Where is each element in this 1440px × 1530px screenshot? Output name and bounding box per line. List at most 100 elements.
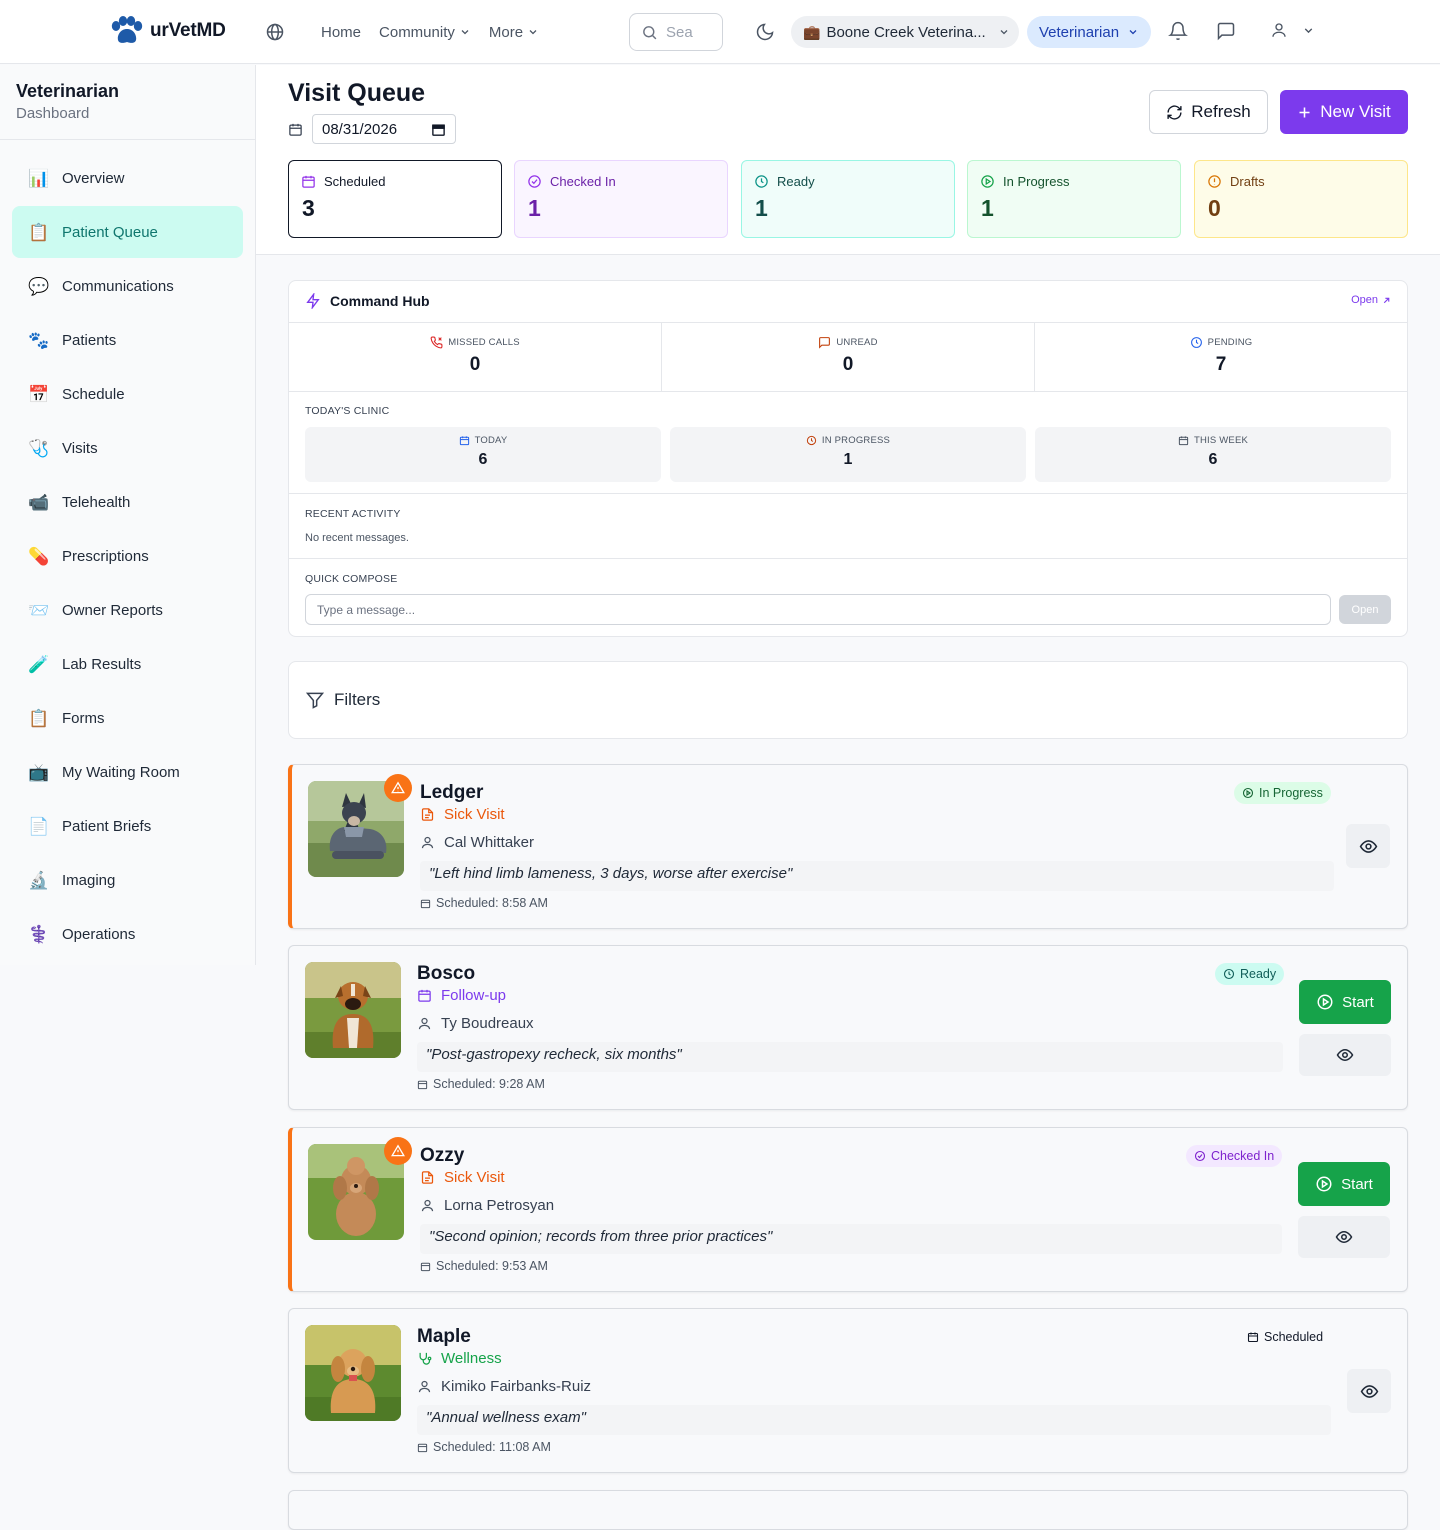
pill-icon: 💊 xyxy=(28,546,50,566)
new-visit-button[interactable]: New Visit xyxy=(1280,90,1408,134)
search-box[interactable] xyxy=(629,13,723,51)
calendar-icon xyxy=(289,123,302,136)
sidebar-item-overview[interactable]: 📊 Overview xyxy=(12,152,243,204)
clinic-this-week[interactable]: THIS WEEK 6 xyxy=(1035,427,1391,482)
sidebar-item-label: Prescriptions xyxy=(62,547,149,565)
nav-more[interactable]: More xyxy=(489,24,539,41)
sidebar-item-lab-results[interactable]: 🧪 Lab Results xyxy=(12,638,243,690)
chief-complaint: "Second opinion; records from three prio… xyxy=(420,1224,1282,1254)
messages-icon[interactable] xyxy=(1216,21,1236,41)
calendar-icon: 📅 xyxy=(28,384,50,404)
search-input[interactable] xyxy=(666,23,706,41)
clinic-name: Boone Creek Veterina... xyxy=(826,23,986,41)
user-icon xyxy=(421,1199,434,1212)
pet-name: Ozzy xyxy=(420,1145,465,1166)
eye-icon xyxy=(1360,1384,1378,1398)
calendar-icon xyxy=(417,1080,428,1089)
play-circle-icon xyxy=(1242,787,1254,799)
owner: Cal Whittaker xyxy=(420,834,534,851)
view-button[interactable] xyxy=(1299,1034,1391,1076)
sidebar-item-label: Forms xyxy=(62,709,105,727)
sidebar-item-patient-briefs[interactable]: 📄 Patient Briefs xyxy=(12,800,243,852)
clinic-selector[interactable]: 💼 Boone Creek Veterina... xyxy=(791,16,1019,48)
nav-community[interactable]: Community xyxy=(379,24,471,41)
filters-panel[interactable]: Filters xyxy=(288,661,1408,739)
sidebar-item-patient-queue[interactable]: 📋 Patient Queue xyxy=(12,206,243,258)
owner: Ty Boudreaux xyxy=(417,1015,534,1032)
metric-pending[interactable]: PENDING 7 xyxy=(1035,323,1407,391)
sidebar-item-communications[interactable]: 💬 Communications xyxy=(12,260,243,312)
stat-label: Scheduled xyxy=(324,174,386,189)
stat-checked-in[interactable]: Checked In 1 xyxy=(514,160,728,238)
stat-in-progress[interactable]: In Progress 1 xyxy=(967,160,1181,238)
hub-divider xyxy=(289,493,1407,494)
view-button[interactable] xyxy=(1347,1369,1391,1413)
visit-type: Sick Visit xyxy=(420,806,505,823)
hub-open-label: Open xyxy=(1351,294,1378,306)
visit-card[interactable] xyxy=(288,1490,1408,1530)
sidebar-item-telehealth[interactable]: 📹 Telehealth xyxy=(12,476,243,528)
visit-card[interactable]: Maple Wellness Kimiko Fairbanks-Ruiz "An… xyxy=(288,1308,1408,1473)
sidebar-item-prescriptions[interactable]: 💊 Prescriptions xyxy=(12,530,243,582)
user-icon xyxy=(421,836,434,849)
scheduled-time: Scheduled: 8:58 AM xyxy=(420,896,548,910)
sidebar-item-label: Communications xyxy=(62,277,174,295)
hub-open-link[interactable]: Open xyxy=(1351,294,1391,306)
clipboard-icon: 📋 xyxy=(28,222,50,242)
sidebar-item-forms[interactable]: 📋 Forms xyxy=(12,692,243,744)
view-button[interactable] xyxy=(1298,1216,1390,1258)
nav-home[interactable]: Home xyxy=(321,24,361,41)
sidebar-item-label: Lab Results xyxy=(62,655,142,673)
clinic-stat-label: TODAY xyxy=(474,435,508,446)
stat-ready[interactable]: Ready 1 xyxy=(741,160,955,238)
calendar-icon xyxy=(1178,436,1189,446)
calendar-icon xyxy=(418,989,431,1002)
start-visit-button[interactable]: Start xyxy=(1299,980,1391,1024)
clock-icon xyxy=(1223,968,1235,980)
visit-card[interactable]: Ledger Sick Visit Cal Whittaker "Left hi… xyxy=(288,764,1408,929)
paw-logo-icon xyxy=(111,16,143,43)
metric-value: 0 xyxy=(842,354,854,375)
sidebar-item-label: Visits xyxy=(62,439,98,457)
brand-logo[interactable]: urVetMD xyxy=(110,16,226,46)
top-navbar: urVetMD Home Community More 💼 Boone Cree… xyxy=(0,0,1440,64)
date-input[interactable]: 08/31/2026 xyxy=(312,114,456,144)
notifications-icon[interactable] xyxy=(1168,21,1188,41)
sidebar-item-label: Telehealth xyxy=(62,493,131,511)
view-button[interactable] xyxy=(1346,824,1390,868)
user-menu[interactable] xyxy=(1270,21,1315,39)
sidebar-item-schedule[interactable]: 📅 Schedule xyxy=(12,368,243,420)
sidebar-item-imaging[interactable]: 🔬 Imaging xyxy=(12,854,243,906)
clock-icon xyxy=(755,175,768,188)
metric-missed-calls[interactable]: MISSED CALLS 0 xyxy=(289,323,662,391)
quick-compose-open-button[interactable]: Open xyxy=(1339,595,1391,624)
quick-compose-input[interactable] xyxy=(305,594,1331,625)
role-selector[interactable]: Veterinarian xyxy=(1027,16,1151,48)
dark-mode-icon[interactable] xyxy=(755,22,775,42)
test-tube-icon: 🧪 xyxy=(28,654,50,674)
sidebar-item-operations[interactable]: ⚕️ Operations xyxy=(12,908,243,960)
sidebar-item-waiting-room[interactable]: 📺 My Waiting Room xyxy=(12,746,243,798)
pet-photo xyxy=(305,962,401,1058)
start-visit-button[interactable]: Start xyxy=(1298,1162,1390,1206)
clinic-in-progress[interactable]: IN PROGRESS 1 xyxy=(670,427,1026,482)
chevron-down-icon xyxy=(529,30,537,35)
stat-scheduled[interactable]: Scheduled 3 xyxy=(288,160,502,238)
calendar-icon xyxy=(420,1262,431,1271)
language-icon[interactable] xyxy=(265,22,285,42)
alert-circle-icon xyxy=(1208,175,1221,188)
visit-type: Sick Visit xyxy=(420,1169,505,1186)
visit-card[interactable]: Bosco Follow-up Ty Boudreaux "Post-gastr… xyxy=(288,945,1408,1110)
refresh-button[interactable]: Refresh xyxy=(1149,90,1268,134)
sidebar-item-owner-reports[interactable]: 📨 Owner Reports xyxy=(12,584,243,636)
stat-value: 1 xyxy=(981,195,994,221)
sidebar-item-visits[interactable]: 🩺 Visits xyxy=(12,422,243,474)
calendar-picker-icon[interactable] xyxy=(431,122,446,137)
clock-icon xyxy=(806,435,817,446)
clinic-today[interactable]: TODAY 6 xyxy=(305,427,661,482)
stat-drafts[interactable]: Drafts 0 xyxy=(1194,160,1408,238)
metric-unread[interactable]: UNREAD 0 xyxy=(662,323,1035,391)
quick-compose-label: QUICK COMPOSE xyxy=(305,573,398,585)
visit-card[interactable]: Ozzy Sick Visit Lorna Petrosyan "Second … xyxy=(288,1127,1408,1292)
sidebar-item-patients[interactable]: 🐾 Patients xyxy=(12,314,243,366)
